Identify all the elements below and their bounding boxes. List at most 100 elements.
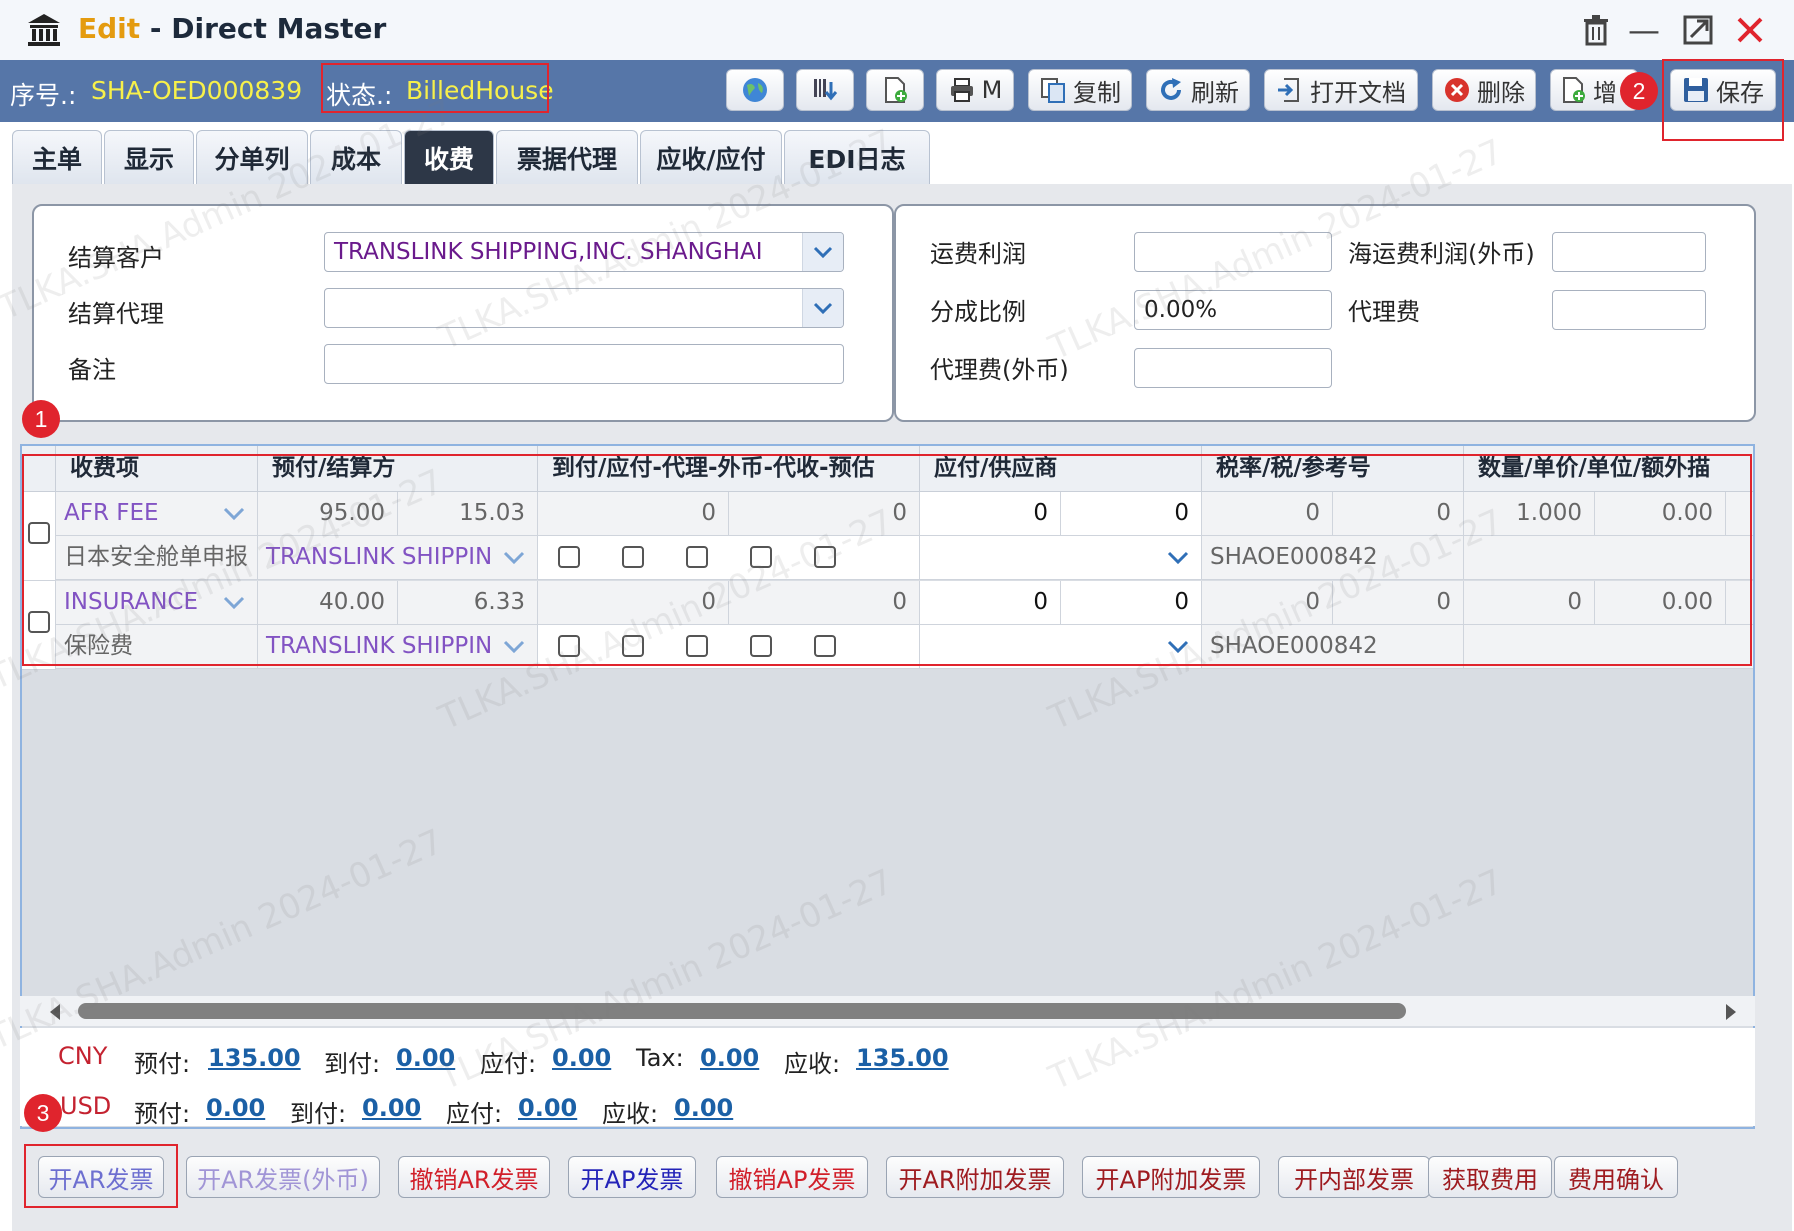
tab-charges[interactable]: 收费	[404, 130, 494, 184]
open-internal-invoice-button[interactable]: 开内部发票	[1278, 1156, 1430, 1198]
copy-icon	[1041, 78, 1065, 103]
globe-button[interactable]	[726, 69, 784, 111]
tab-cost[interactable]: 成本	[310, 130, 402, 184]
tab-house-list[interactable]: 分单列	[196, 130, 308, 184]
remark-input[interactable]	[324, 344, 844, 384]
usd-payable-link[interactable]: 0.00	[518, 1094, 577, 1122]
open-ar-invoice-fx-button[interactable]: 开AR发票(外币)	[186, 1156, 380, 1198]
usd-prepaid-link[interactable]: 0.00	[206, 1094, 265, 1122]
tab-ar-ap[interactable]: 应收/应付	[640, 130, 782, 184]
marker-1: 1	[22, 400, 60, 438]
ocean-profit-input[interactable]	[1552, 232, 1706, 272]
status-highlight-box	[321, 63, 549, 113]
globe-icon	[743, 78, 767, 102]
usd-currency: USD	[60, 1092, 112, 1120]
usd-prepaid-label: 预付:	[134, 1100, 191, 1128]
agent-fee-input[interactable]	[1552, 290, 1706, 330]
delete-button[interactable]: 删除	[1432, 69, 1536, 111]
title-bar: Edit - Direct Master —	[0, 0, 1794, 60]
cny-currency: CNY	[58, 1042, 108, 1070]
chevron-down-icon[interactable]	[802, 289, 843, 327]
cny-collect-link[interactable]: 0.00	[396, 1044, 455, 1072]
ocean-profit-label: 海运费利润(外币)	[1348, 240, 1535, 268]
cny-receivable-link[interactable]: 135.00	[856, 1044, 949, 1072]
print-label: M	[981, 76, 1003, 104]
new-document-icon	[885, 77, 907, 103]
add-label: 增	[1593, 78, 1617, 107]
marker-3: 3	[24, 1094, 62, 1132]
maximize-icon[interactable]	[1678, 10, 1718, 50]
copy-label: 复制	[1073, 78, 1121, 107]
agent-select[interactable]	[324, 288, 844, 328]
chevron-down-icon[interactable]	[802, 233, 843, 271]
customer-label: 结算客户	[68, 244, 164, 272]
cny-tax-link[interactable]: 0.00	[700, 1044, 759, 1072]
cny-receivable-label: 应收:	[784, 1050, 841, 1078]
import-button[interactable]	[796, 69, 854, 111]
scroll-right-icon[interactable]	[1724, 1004, 1738, 1020]
cny-prepaid-link[interactable]: 135.00	[208, 1044, 301, 1072]
profit-panel: 运费利润 海运费利润(外币) 分成比例 0.00% 代理费 代理费(外币)	[894, 204, 1756, 422]
copy-button[interactable]: 复制	[1028, 69, 1132, 111]
refresh-button[interactable]: 刷新	[1146, 69, 1250, 111]
cancel-ar-invoice-button[interactable]: 撤销AR发票	[398, 1156, 550, 1198]
open-ar-extra-invoice-button[interactable]: 开AR附加发票	[886, 1156, 1064, 1198]
scrollbar-thumb[interactable]	[78, 1003, 1406, 1019]
open-document-label: 打开文档	[1310, 78, 1406, 107]
delete-icon	[1445, 78, 1469, 102]
open-document-icon	[1278, 78, 1299, 102]
tab-edi-log[interactable]: EDI日志	[784, 130, 930, 184]
window-title: Edit - Direct Master	[78, 12, 386, 45]
marker-2: 2	[1620, 72, 1658, 110]
tab-display[interactable]: 显示	[104, 130, 194, 184]
close-icon[interactable]	[1730, 10, 1770, 50]
remark-label: 备注	[68, 356, 116, 384]
share-ratio-label: 分成比例	[930, 298, 1026, 326]
freight-profit-input[interactable]	[1134, 232, 1332, 272]
horizontal-scrollbar[interactable]	[20, 996, 1755, 1026]
tab-master[interactable]: 主单	[12, 130, 102, 184]
agent-fee-label: 代理费	[1348, 298, 1420, 326]
share-ratio-input[interactable]: 0.00%	[1134, 290, 1332, 330]
new-document-button[interactable]	[866, 69, 924, 111]
cny-tax-label: Tax:	[636, 1044, 684, 1072]
totals-summary: CNY 预付: 135.00 到付: 0.00 应付: 0.00 Tax: 0.…	[20, 1028, 1755, 1128]
minimize-button[interactable]: —	[1624, 10, 1664, 50]
bank-icon	[28, 14, 60, 46]
refresh-icon	[1161, 78, 1181, 100]
usd-collect-link[interactable]: 0.00	[362, 1094, 421, 1122]
agent-label: 结算代理	[68, 300, 164, 328]
confirm-charges-button[interactable]: 费用确认	[1554, 1156, 1678, 1198]
open-ap-extra-invoice-button[interactable]: 开AP附加发票	[1082, 1156, 1260, 1198]
tab-bill-agent[interactable]: 票据代理	[496, 130, 638, 184]
printer-icon	[950, 78, 973, 102]
cny-payable-label: 应付:	[480, 1050, 537, 1078]
seq-value: SHA-OED000839	[91, 76, 303, 105]
cny-prepaid-label: 预付:	[134, 1050, 191, 1078]
agent-fee-fx-input[interactable]	[1134, 348, 1332, 388]
open-ap-invoice-button[interactable]: 开AP发票	[568, 1156, 696, 1198]
seq-label: 序号.:	[10, 81, 77, 110]
fetch-charges-button[interactable]: 获取费用	[1428, 1156, 1552, 1198]
delete-label: 删除	[1477, 78, 1525, 107]
cancel-ap-invoice-button[interactable]: 撤销AP发票	[716, 1156, 868, 1198]
usd-receivable-link[interactable]: 0.00	[674, 1094, 733, 1122]
barcode-download-icon	[814, 79, 838, 101]
customer-select[interactable]: TRANSLINK SHIPPING,INC. SHANGHAI	[324, 232, 844, 272]
cny-payable-link[interactable]: 0.00	[552, 1044, 611, 1072]
cny-collect-label: 到付:	[324, 1050, 381, 1078]
usd-payable-label: 应付:	[446, 1100, 503, 1128]
scroll-left-icon[interactable]	[48, 1004, 62, 1020]
grid-highlight-box	[22, 454, 1752, 666]
open-document-button[interactable]: 打开文档	[1264, 69, 1418, 111]
save-highlight-box	[1662, 59, 1784, 141]
tab-bar: 主单 显示 分单列 成本 收费 票据代理 应收/应付 EDI日志	[0, 122, 1794, 184]
ar-invoice-highlight-box	[24, 1144, 178, 1208]
usd-collect-label: 到付:	[290, 1100, 347, 1128]
print-button[interactable]: M	[936, 69, 1014, 111]
title-edit: Edit	[78, 12, 141, 45]
title-text: Direct Master	[171, 12, 387, 45]
title-separator: -	[140, 12, 172, 45]
trash-icon[interactable]	[1576, 10, 1616, 50]
settlement-panel: 结算客户 TRANSLINK SHIPPING,INC. SHANGHAI 结算…	[32, 204, 894, 422]
